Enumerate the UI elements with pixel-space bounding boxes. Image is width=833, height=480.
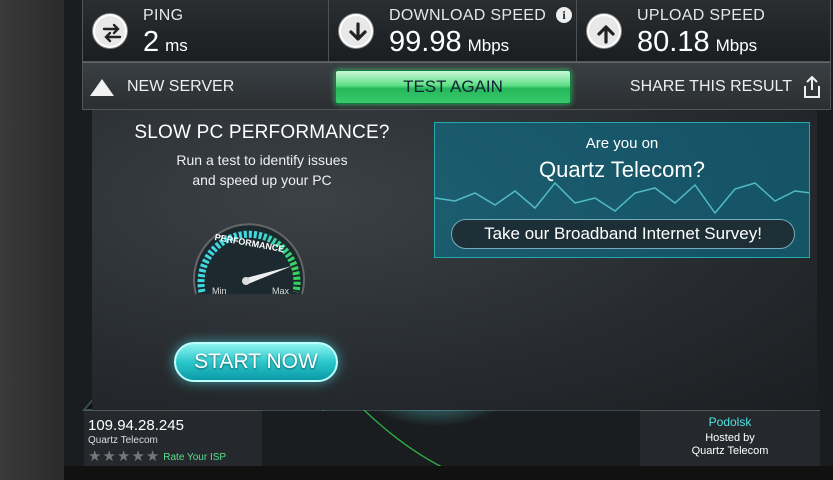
upload-label: UPLOAD SPEED bbox=[637, 7, 766, 24]
ping-unit: ms bbox=[165, 36, 188, 55]
ip-address: 109.94.28.245 bbox=[88, 417, 184, 434]
download-number: 99.98 bbox=[389, 26, 462, 58]
pc-performance-promo: SLOW PC PERFORMANCE? Run a test to ident… bbox=[92, 122, 432, 190]
action-bar: NEW SERVER TEST AGAIN SHARE THIS RESULT bbox=[82, 62, 831, 110]
download-unit: Mbps bbox=[467, 36, 510, 55]
isp-survey-banner[interactable]: Are you on Quartz Telecom? Take our Broa… bbox=[434, 122, 810, 258]
promo-line-2: and speed up your PC bbox=[192, 172, 332, 188]
promo-title: SLOW PC PERFORMANCE? bbox=[134, 122, 390, 143]
ping-number: 2 bbox=[143, 26, 160, 58]
survey-button[interactable]: Take our Broadband Internet Survey! bbox=[451, 219, 795, 249]
ping-stat: PING 2 ms bbox=[83, 0, 329, 61]
main-panel: SLOW PC PERFORMANCE? Run a test to ident… bbox=[92, 110, 817, 410]
upload-unit: Mbps bbox=[715, 36, 758, 55]
survey-line-2: Quartz Telecom? bbox=[539, 157, 705, 182]
start-now-button[interactable]: START NOW bbox=[174, 342, 338, 382]
test-again-button[interactable]: TEST AGAIN bbox=[335, 70, 571, 104]
star-icon[interactable]: ★ bbox=[102, 449, 115, 464]
isp-name: Quartz Telecom bbox=[88, 435, 158, 446]
host-name: Quartz Telecom bbox=[691, 445, 769, 457]
promo-line-1: Run a test to identify issues bbox=[176, 152, 348, 168]
ping-value: 2 ms bbox=[143, 26, 188, 59]
download-stat: DOWNLOAD SPEED 99.98 Mbps i bbox=[329, 0, 577, 61]
upload-number: 80.18 bbox=[637, 26, 710, 58]
gauge-min-label: Min bbox=[212, 286, 227, 296]
server-city: Podolsk bbox=[708, 415, 752, 429]
performance-gauge-icon: PERFORMANCE Min Max bbox=[193, 223, 305, 296]
upload-arrow-icon bbox=[587, 14, 621, 48]
gauge-max-label: Max bbox=[272, 286, 290, 296]
star-icon[interactable]: ★ bbox=[146, 449, 159, 464]
isp-info: 109.94.28.245 Quartz Telecom ★ ★ ★ ★ ★ R… bbox=[84, 410, 262, 466]
star-icon[interactable]: ★ bbox=[117, 449, 130, 464]
stats-bar: PING 2 ms DOWNLOAD SPEED 99.98 Mbps i UPLO… bbox=[82, 0, 831, 62]
share-icon bbox=[804, 75, 820, 98]
server-mound-icon bbox=[90, 79, 114, 96]
promo-subtitle: Run a test to identify issues and speed … bbox=[92, 150, 432, 190]
star-icon[interactable]: ★ bbox=[131, 449, 144, 464]
bottom-rim bbox=[64, 466, 833, 480]
ping-arrows-icon bbox=[93, 14, 127, 48]
upload-value: 80.18 Mbps bbox=[637, 26, 757, 59]
server-hosted: Hosted by Quartz Telecom bbox=[640, 432, 820, 458]
rate-isp[interactable]: ★ ★ ★ ★ ★ Rate Your ISP bbox=[88, 449, 258, 464]
download-value: 99.98 Mbps bbox=[389, 26, 509, 59]
survey-line-1: Are you on bbox=[585, 135, 659, 152]
rate-isp-label[interactable]: Rate Your ISP bbox=[163, 452, 226, 463]
download-arrow-icon bbox=[339, 14, 373, 48]
share-result-button[interactable]: SHARE THIS RESULT bbox=[630, 75, 822, 99]
ping-label: PING bbox=[143, 7, 184, 24]
star-icon[interactable]: ★ bbox=[88, 449, 101, 464]
new-server-button[interactable]: NEW SERVER bbox=[89, 76, 234, 98]
share-label: SHARE THIS RESULT bbox=[629, 78, 792, 95]
download-label: DOWNLOAD SPEED bbox=[389, 7, 547, 24]
info-icon[interactable]: i bbox=[556, 7, 572, 23]
server-info: Podolsk Hosted by Quartz Telecom bbox=[640, 410, 820, 466]
upload-stat: UPLOAD SPEED 80.18 Mbps bbox=[577, 0, 830, 61]
new-server-label: NEW SERVER bbox=[127, 78, 235, 95]
speedtest-app: PING 2 ms DOWNLOAD SPEED 99.98 Mbps i UPLO… bbox=[64, 0, 833, 480]
hosted-by-label: Hosted by bbox=[705, 432, 755, 444]
